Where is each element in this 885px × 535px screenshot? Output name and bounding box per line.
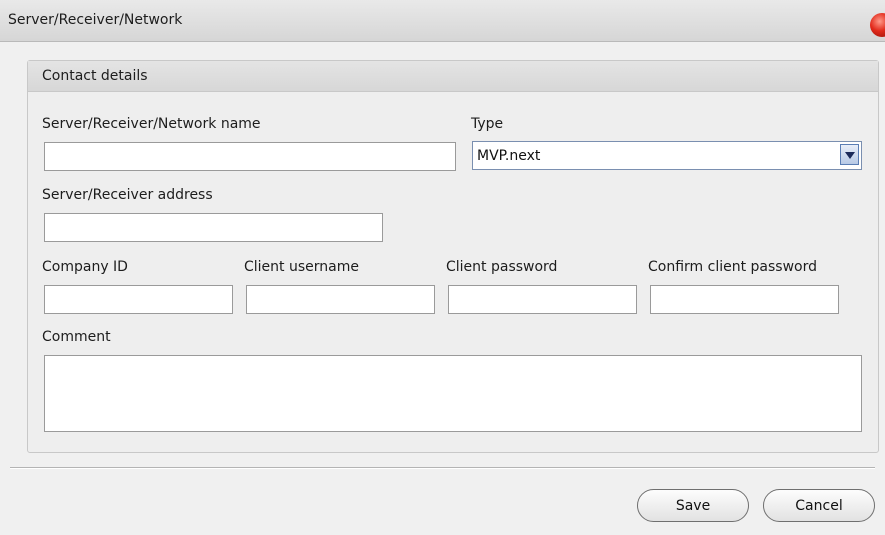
title-bar[interactable]: Server/Receiver/Network	[0, 0, 885, 42]
client-username-label: Client username	[244, 259, 359, 275]
client-username-input[interactable]	[246, 285, 435, 314]
footer-divider	[10, 467, 875, 469]
save-button[interactable]: Save	[637, 489, 749, 522]
group-header: Contact details	[28, 61, 878, 92]
client-password-input[interactable]	[448, 285, 637, 314]
comment-textarea[interactable]	[44, 355, 862, 432]
window-title: Server/Receiver/Network	[8, 12, 183, 28]
company-id-input[interactable]	[44, 285, 233, 314]
name-label: Server/Receiver/Network name	[42, 116, 261, 132]
address-input[interactable]	[44, 213, 383, 242]
type-select[interactable]: MVP.next	[472, 141, 862, 170]
name-input[interactable]	[44, 142, 456, 171]
confirm-password-label: Confirm client password	[648, 259, 817, 275]
type-selected-value: MVP.next	[477, 148, 541, 164]
confirm-password-input[interactable]	[650, 285, 839, 314]
client-password-label: Client password	[446, 259, 558, 275]
group-title: Contact details	[42, 68, 148, 84]
close-icon[interactable]	[870, 13, 885, 37]
chevron-down-icon[interactable]	[840, 144, 859, 165]
comment-label: Comment	[42, 329, 111, 345]
company-id-label: Company ID	[42, 259, 128, 275]
cancel-button[interactable]: Cancel	[763, 489, 875, 522]
dialog-window: Server/Receiver/Network Contact details …	[0, 0, 885, 535]
type-label: Type	[471, 116, 504, 132]
address-label: Server/Receiver address	[42, 187, 213, 203]
